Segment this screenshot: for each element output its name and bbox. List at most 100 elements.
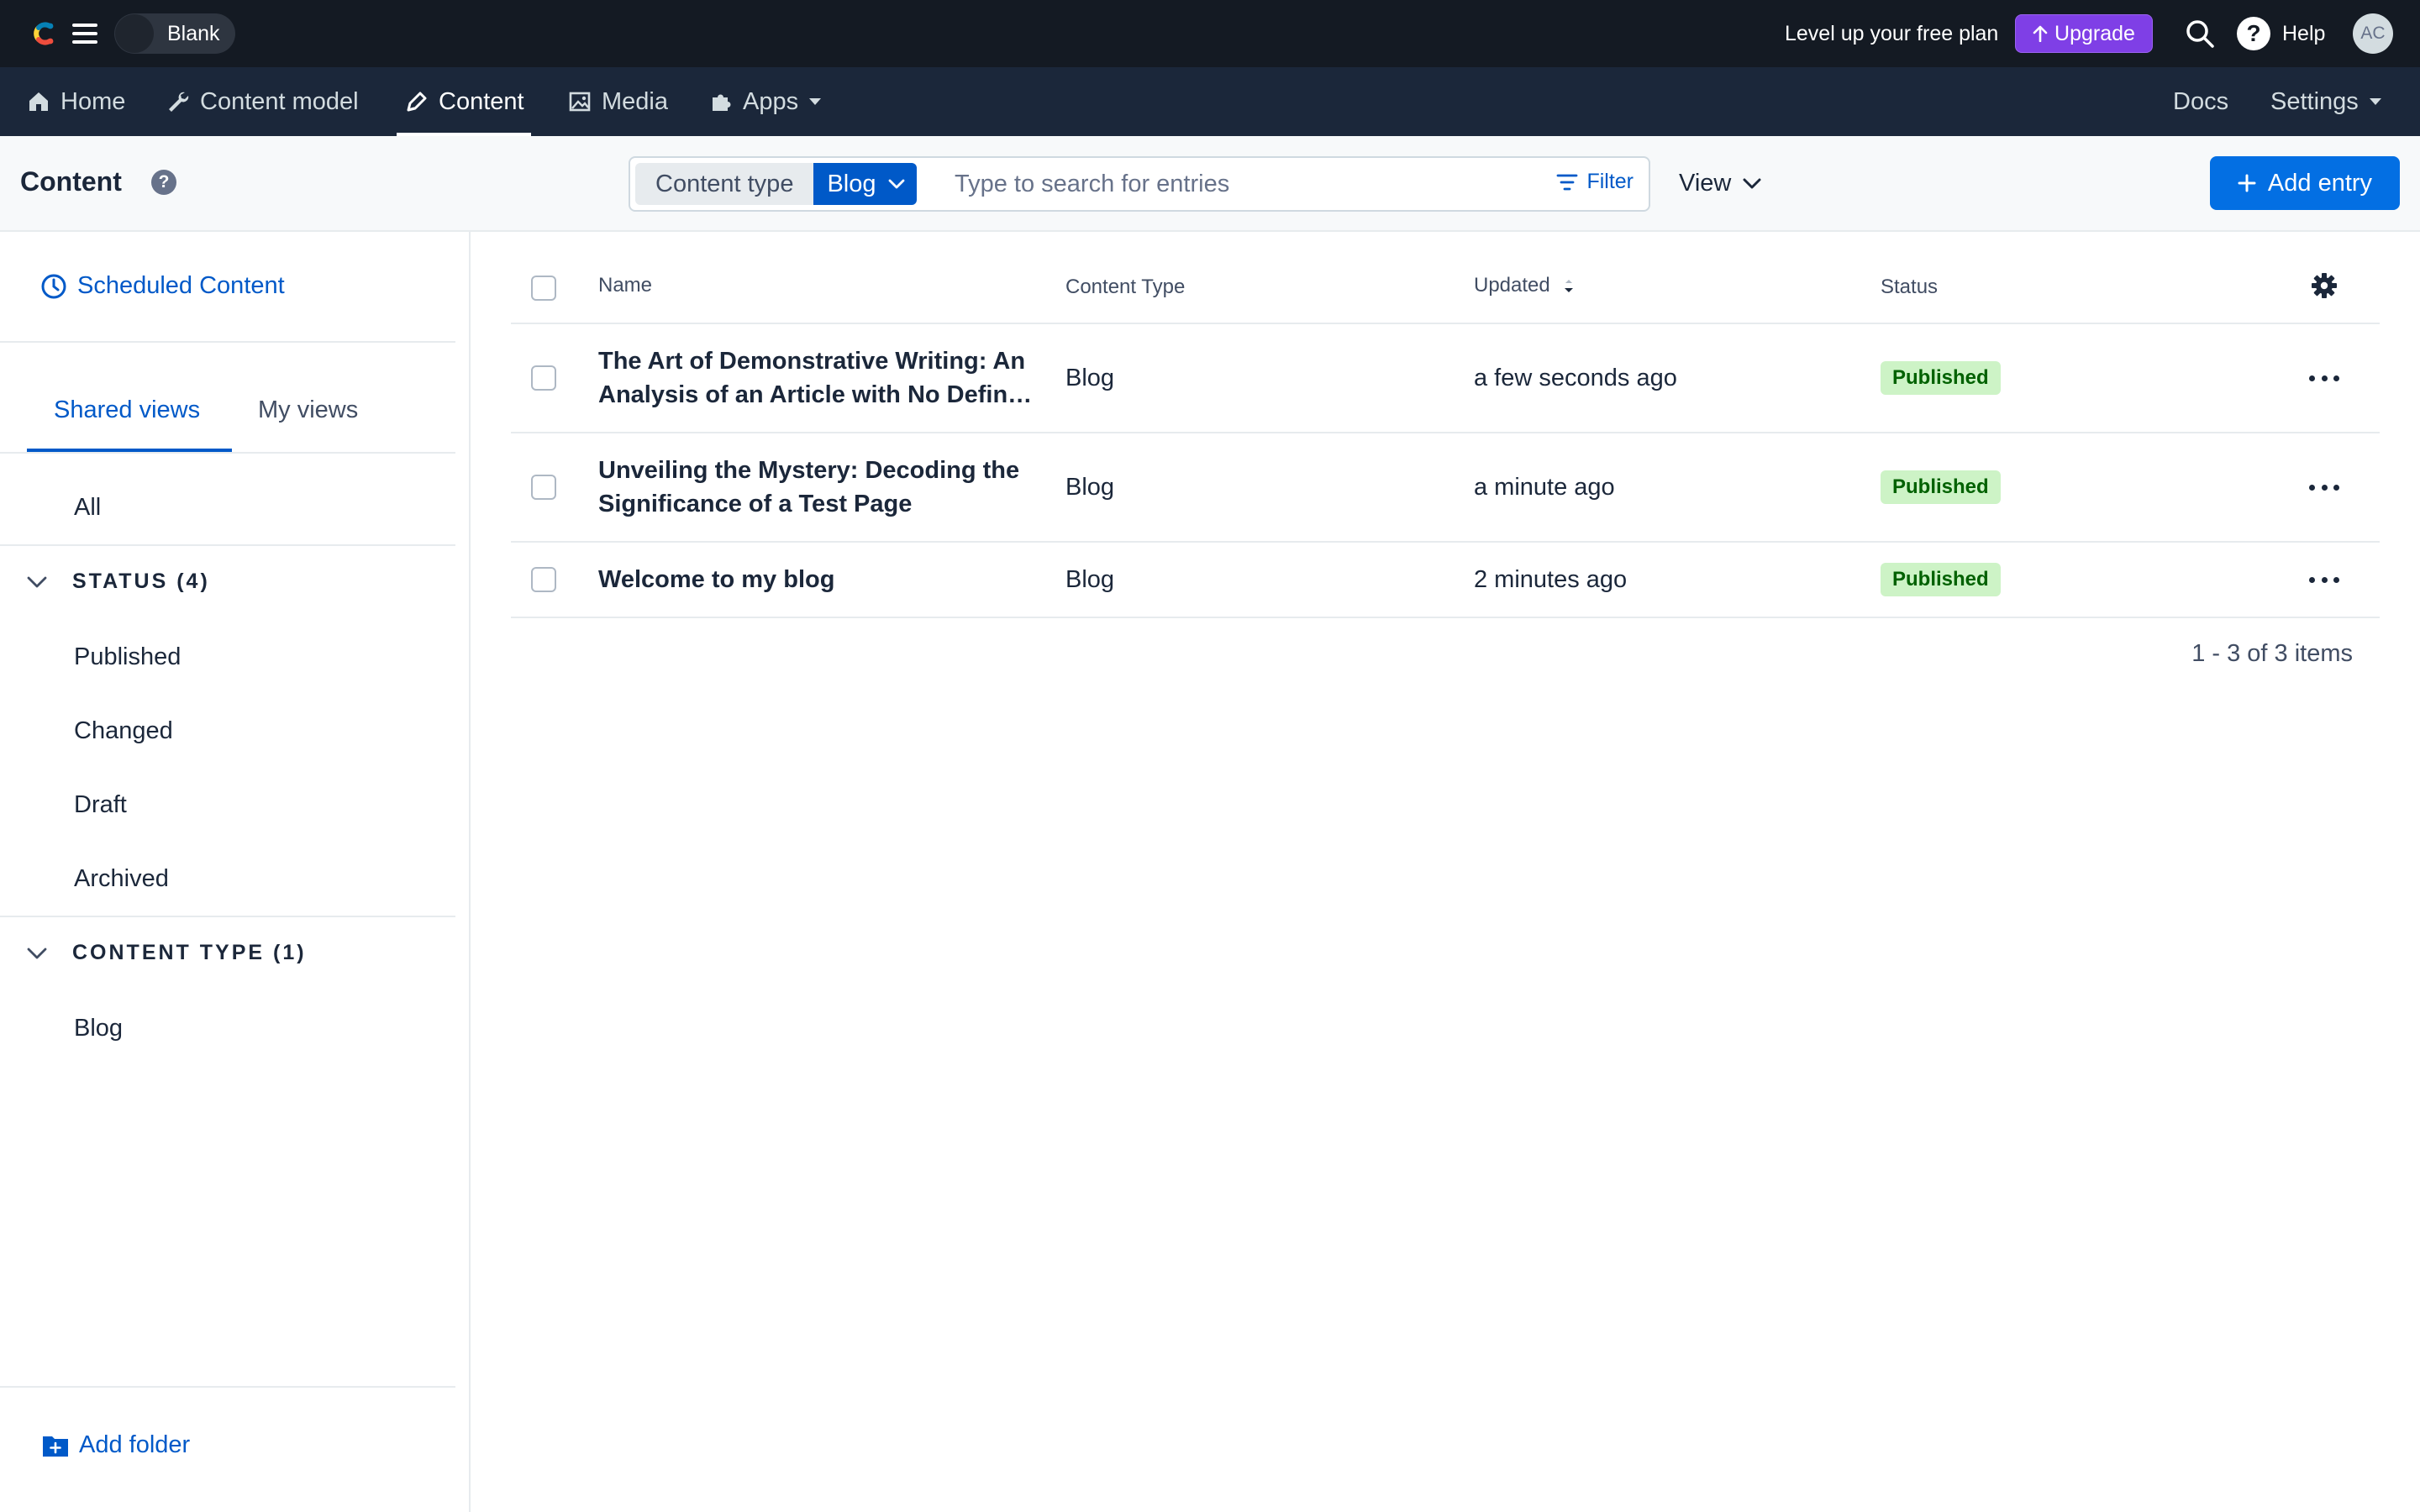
view-blog[interactable]: Blog <box>74 1015 123 1042</box>
nav-item-apps[interactable]: Apps <box>709 67 822 136</box>
folder-plus-icon <box>43 1436 68 1457</box>
view-archived[interactable]: Archived <box>74 865 169 893</box>
view-label: View <box>1679 170 1732 197</box>
view-draft[interactable]: Draft <box>74 791 127 819</box>
status-badge: Published <box>1881 563 2001 596</box>
nav-item-settings[interactable]: Settings <box>2270 67 2382 136</box>
column-header-status[interactable]: Status <box>1881 276 1938 299</box>
top-bar: Blank Level up your free plan Upgrade ? … <box>0 0 2420 67</box>
puzzle-icon <box>713 94 731 111</box>
space-switcher[interactable]: Blank <box>114 13 235 54</box>
contentful-logo-icon[interactable] <box>27 17 60 50</box>
more-actions-icon[interactable] <box>2309 575 2339 585</box>
wrench-icon <box>169 92 189 112</box>
search-input[interactable] <box>955 163 1543 205</box>
chevron-down-icon <box>888 179 904 189</box>
entry-search-box: Content type Blog Filter <box>629 156 1650 212</box>
scheduled-content-link[interactable]: Scheduled Content <box>40 272 285 300</box>
status-badge: Published <box>1881 361 2001 395</box>
tab-my-views[interactable]: My views <box>258 396 358 424</box>
menu-icon[interactable] <box>72 24 97 44</box>
search-icon[interactable] <box>2185 18 2215 49</box>
add-entry-button[interactable]: Add entry <box>2210 156 2400 210</box>
gear-icon[interactable] <box>2311 272 2338 299</box>
help-label[interactable]: Help <box>2282 22 2325 46</box>
content-type-filter[interactable]: Content type Blog <box>635 163 917 205</box>
content-type-section-toggle[interactable]: CONTENT TYPE (1) <box>27 941 307 965</box>
filter-button[interactable]: Filter <box>1556 170 1634 194</box>
column-header-name[interactable]: Name <box>598 274 652 297</box>
question-icon[interactable]: ? <box>151 170 176 195</box>
entry-title-line: Unveiling the Mystery: Decoding the <box>598 457 1020 484</box>
pagination-summary: 1 - 3 of 3 items <box>2191 640 2353 667</box>
divider <box>0 452 455 454</box>
content-type-value: Blog <box>827 170 876 197</box>
divider <box>0 1386 455 1388</box>
status-section-toggle[interactable]: STATUS (4) <box>27 570 210 594</box>
entry-title[interactable]: Unveiling the Mystery: Decoding the Sign… <box>598 454 1035 521</box>
content-type-select[interactable]: Blog <box>813 163 917 205</box>
help-icon[interactable]: ? <box>2237 17 2270 50</box>
status-section-label: STATUS (4) <box>72 570 210 593</box>
entry-title-line: Analysis of an Article with No Define... <box>598 381 1035 408</box>
divider <box>0 341 455 343</box>
promo-text: Level up your free plan <box>1785 22 1999 45</box>
main-nav: Home Content model Content Media Apps Do… <box>0 67 2420 136</box>
entry-content-type: Blog <box>1065 566 1115 593</box>
tab-shared-views[interactable]: Shared views <box>54 396 200 424</box>
content-type-label: Content type <box>635 163 814 205</box>
add-entry-label: Add entry <box>2267 169 2373 197</box>
entry-updated: 2 minutes ago <box>1474 566 1628 593</box>
upgrade-button[interactable]: Upgrade <box>2015 14 2153 53</box>
nav-item-media[interactable]: Media <box>568 67 668 136</box>
chevron-down-icon <box>1743 178 1761 188</box>
divider <box>511 617 2380 618</box>
status-badge: Published <box>1881 470 2001 504</box>
arrow-up-icon <box>2033 25 2048 42</box>
chevron-down-icon <box>27 576 47 587</box>
more-actions-icon[interactable] <box>2309 482 2339 492</box>
nav-item-content-model[interactable]: Content model <box>166 67 359 136</box>
home-icon <box>29 92 48 111</box>
settings-label: Settings <box>2270 87 2359 115</box>
nav-item-label: Apps <box>743 87 799 115</box>
avatar[interactable]: AC <box>2353 13 2393 54</box>
clock-icon <box>41 274 66 298</box>
nav-item-content[interactable]: Content <box>397 67 531 136</box>
upgrade-label: Upgrade <box>2054 21 2135 45</box>
filter-icon <box>1557 174 1578 190</box>
divider <box>0 916 455 917</box>
add-folder-button[interactable]: Add folder <box>42 1431 190 1459</box>
views-sidebar: Scheduled Content Shared views My views … <box>0 232 471 1512</box>
entry-title-line: Welcome to my blog <box>598 566 835 593</box>
row-checkbox[interactable] <box>531 365 556 391</box>
more-actions-icon[interactable] <box>2309 373 2339 383</box>
view-changed[interactable]: Changed <box>74 717 173 745</box>
divider <box>511 541 2380 543</box>
nav-item-home[interactable]: Home <box>27 67 125 136</box>
entry-title[interactable]: The Art of Demonstrative Writing: An Ana… <box>598 344 1035 412</box>
view-button[interactable]: View <box>1679 170 1761 197</box>
entry-content-type: Blog <box>1065 365 1115 391</box>
nav-item-label: Content <box>439 87 524 115</box>
entry-title[interactable]: Welcome to my blog <box>598 563 1035 596</box>
chevron-down-icon <box>27 948 47 958</box>
view-all[interactable]: All <box>74 494 101 522</box>
content-type-section-label: CONTENT TYPE (1) <box>72 941 307 964</box>
entry-updated: a minute ago <box>1474 474 1615 501</box>
space-avatar <box>115 14 154 53</box>
select-all-checkbox[interactable] <box>531 276 556 301</box>
view-published[interactable]: Published <box>74 643 181 671</box>
nav-item-docs[interactable]: Docs <box>2173 67 2228 136</box>
nav-item-label: Content model <box>200 87 359 115</box>
row-checkbox[interactable] <box>531 567 556 592</box>
nav-item-label: Media <box>602 87 668 115</box>
divider <box>511 432 2380 433</box>
sort-icon <box>1564 280 1573 292</box>
row-checkbox[interactable] <box>531 475 556 500</box>
column-header-updated[interactable]: Updated <box>1474 274 1576 297</box>
docs-label: Docs <box>2173 87 2229 115</box>
column-header-content-type[interactable]: Content Type <box>1065 276 1185 299</box>
entry-updated: a few seconds ago <box>1474 365 1677 391</box>
plus-icon <box>2238 174 2256 192</box>
